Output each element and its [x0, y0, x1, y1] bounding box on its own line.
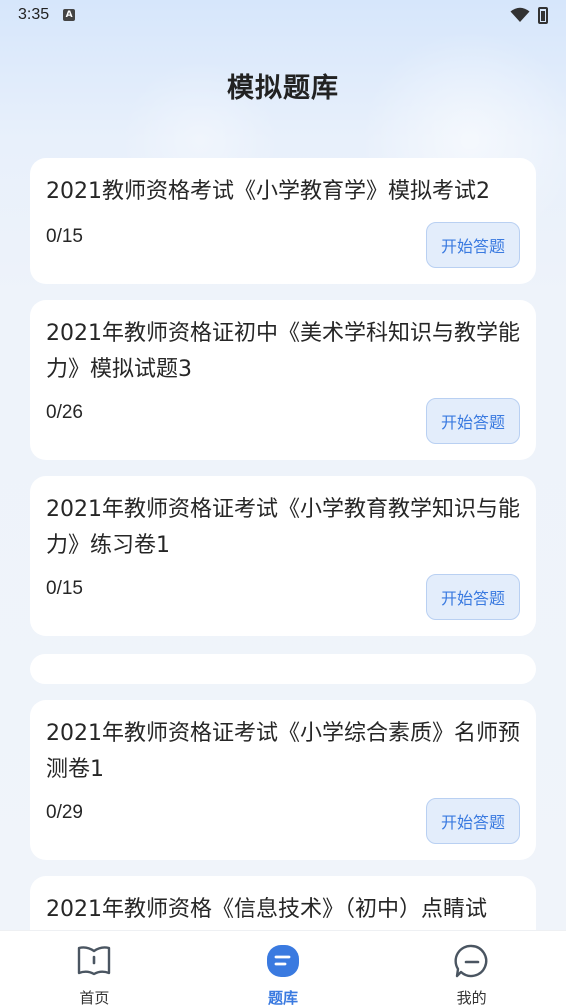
card-progress: 0/26	[46, 402, 83, 423]
list-item[interactable]: 2021年教师资格证初中《美术学科知识与教学能力》模拟试题3 0/26 开始答题	[30, 300, 536, 460]
status-time: 3:35	[18, 6, 50, 23]
card-title: 2021年教师资格证考试《小学教育教学知识与能力》练习卷1	[46, 497, 520, 558]
card-title: 2021年教师资格证考试《小学综合素质》名师预测卷1	[46, 721, 520, 782]
start-answer-button[interactable]: 开始答题	[426, 798, 520, 844]
card-progress: 0/29	[46, 802, 83, 823]
status-bar: 3:35 A	[0, 0, 566, 30]
list-item[interactable]: 2021教师资格考试《小学教育学》模拟考试2 0/15 开始答题	[30, 158, 536, 284]
list-item[interactable]: 2021年教师资格证考试《小学综合素质》名师预测卷1 0/29 开始答题	[30, 700, 536, 860]
chat-bubble-icon	[454, 944, 488, 978]
list-item[interactable]: 2021年教师资格《信息技术》（初中）点睛试	[30, 876, 536, 930]
tab-mine[interactable]: 我的	[377, 931, 566, 1008]
notification-a-icon: A	[63, 9, 76, 21]
question-bank-icon	[267, 945, 299, 977]
tab-label: 题库	[268, 989, 299, 1007]
card-progress: 0/15	[46, 578, 83, 599]
card-title: 2021年教师资格证初中《美术学科知识与教学能力》模拟试题3	[46, 321, 520, 382]
page-title: 模拟题库	[227, 73, 339, 104]
status-icons	[510, 6, 548, 24]
start-answer-button[interactable]: 开始答题	[426, 222, 520, 268]
tab-home[interactable]: 首页	[0, 931, 189, 1008]
wifi-icon	[510, 7, 530, 22]
list-item[interactable]: 2021年教师资格证考试《小学教育教学知识与能力》练习卷1 0/15 开始答题	[30, 476, 536, 636]
card-title: 2021年教师资格《信息技术》（初中）点睛试	[46, 897, 487, 922]
tab-label: 首页	[79, 989, 110, 1007]
question-bank-list[interactable]: 2021教师资格考试《小学教育学》模拟考试2 0/15 开始答题 2021年教师…	[30, 158, 536, 930]
tab-question-bank[interactable]: 题库	[189, 931, 378, 1008]
book-icon	[78, 946, 111, 976]
start-answer-button[interactable]: 开始答题	[426, 398, 520, 444]
start-answer-button[interactable]: 开始答题	[426, 574, 520, 620]
tab-label: 我的	[456, 989, 487, 1007]
list-item-empty	[30, 654, 536, 684]
bottom-tab-bar: 首页 题库 我的	[0, 930, 566, 1008]
card-progress: 0/15	[46, 226, 83, 247]
battery-icon	[538, 6, 548, 24]
card-title: 2021教师资格考试《小学教育学》模拟考试2	[46, 179, 490, 204]
